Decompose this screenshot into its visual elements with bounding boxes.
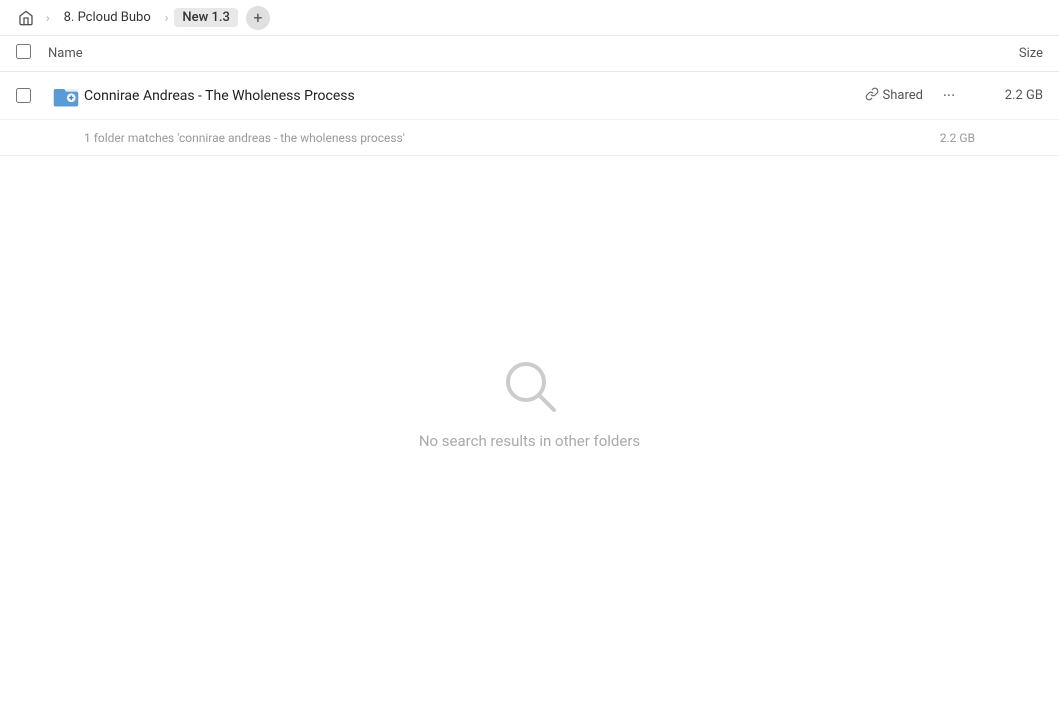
row-checkbox[interactable]: [16, 88, 31, 103]
match-size: 2.2 GB: [895, 131, 975, 145]
home-button[interactable]: [12, 4, 40, 32]
more-options-button[interactable]: ···: [935, 82, 963, 110]
folder-icon: [48, 82, 84, 110]
breadcrumb-separator-1: ›: [46, 11, 50, 25]
shared-badge: Shared: [865, 87, 923, 105]
table-row[interactable]: Connirae Andreas - The Wholeness Process…: [0, 72, 1059, 120]
file-name-label: Connirae Andreas - The Wholeness Process: [84, 88, 865, 104]
select-all-checkbox[interactable]: [16, 44, 31, 59]
breadcrumb-item-pcloud[interactable]: 8. Pcloud Bubo: [56, 8, 159, 27]
link-icon: [865, 87, 879, 105]
column-size-header: Size: [963, 46, 1043, 61]
row-checkbox-col: [16, 88, 48, 103]
match-count-row: 1 folder matches 'connirae andreas - the…: [0, 120, 1059, 156]
no-results-label: No search results in other folders: [419, 432, 640, 450]
empty-state: No search results in other folders: [0, 356, 1059, 450]
breadcrumb-separator-2: ›: [165, 11, 169, 25]
breadcrumb: › 8. Pcloud Bubo › New 1.3 +: [0, 0, 1059, 36]
header-checkbox-col: [16, 44, 48, 63]
file-actions: Shared ···: [865, 82, 963, 110]
add-tab-button[interactable]: +: [246, 6, 270, 30]
column-header-row: Name Size: [0, 36, 1059, 72]
breadcrumb-item-new[interactable]: New 1.3: [174, 8, 237, 27]
column-name-header: Name: [48, 46, 963, 61]
file-size-label: 2.2 GB: [963, 88, 1043, 103]
no-results-icon: [500, 356, 560, 416]
match-text: 1 folder matches 'connirae andreas - the…: [84, 131, 895, 145]
shared-label: Shared: [883, 88, 923, 103]
